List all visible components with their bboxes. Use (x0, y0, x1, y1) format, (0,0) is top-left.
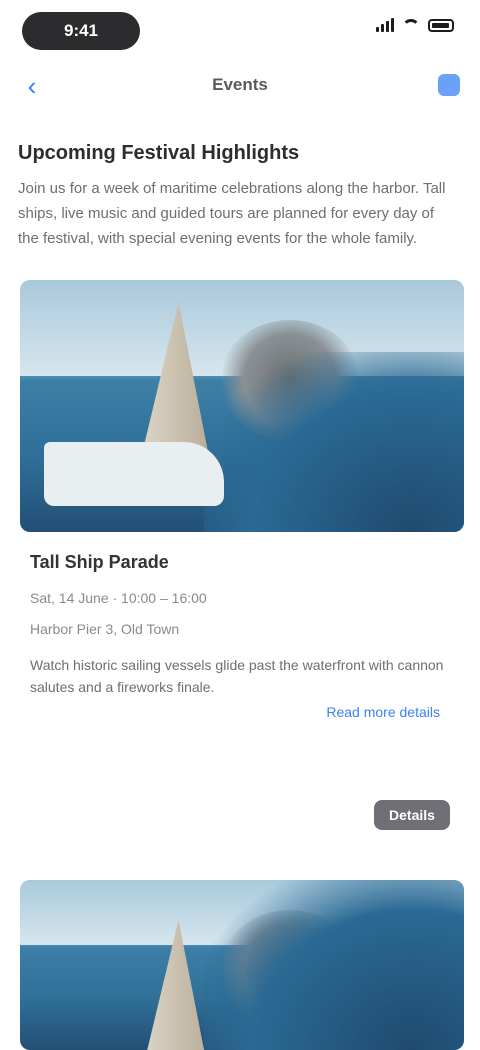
photo-hull (44, 442, 224, 506)
read-more-link[interactable]: Read more details (326, 704, 440, 720)
event-photo-second[interactable] (20, 880, 464, 1050)
details-button[interactable]: Details (374, 800, 450, 830)
status-bar: 9:41 (0, 0, 480, 62)
card-date: Sat, 14 June · 10:00 – 16:00 (30, 590, 207, 606)
nav-title: Events (212, 75, 268, 94)
photo-wake (204, 352, 464, 532)
nav-bar: ‹ Events (0, 62, 480, 110)
card-place: Harbor Pier 3, Old Town (30, 621, 180, 637)
time-pill: 9:41 (22, 12, 140, 50)
share-icon[interactable] (438, 74, 460, 96)
wifi-icon (402, 18, 420, 32)
card-description: Watch historic sailing vessels glide pas… (30, 657, 444, 695)
photo-wake (204, 880, 464, 1050)
event-photo[interactable] (20, 280, 464, 532)
signal-icon (376, 18, 394, 32)
card-title: Tall Ship Parade (30, 552, 169, 572)
status-time: 9:41 (63, 21, 99, 40)
battery-icon (428, 18, 454, 32)
section-heading: Upcoming Festival Highlights (18, 142, 300, 164)
intro-text: Join us for a week of maritime celebrati… (18, 180, 446, 247)
status-icons (376, 18, 454, 32)
